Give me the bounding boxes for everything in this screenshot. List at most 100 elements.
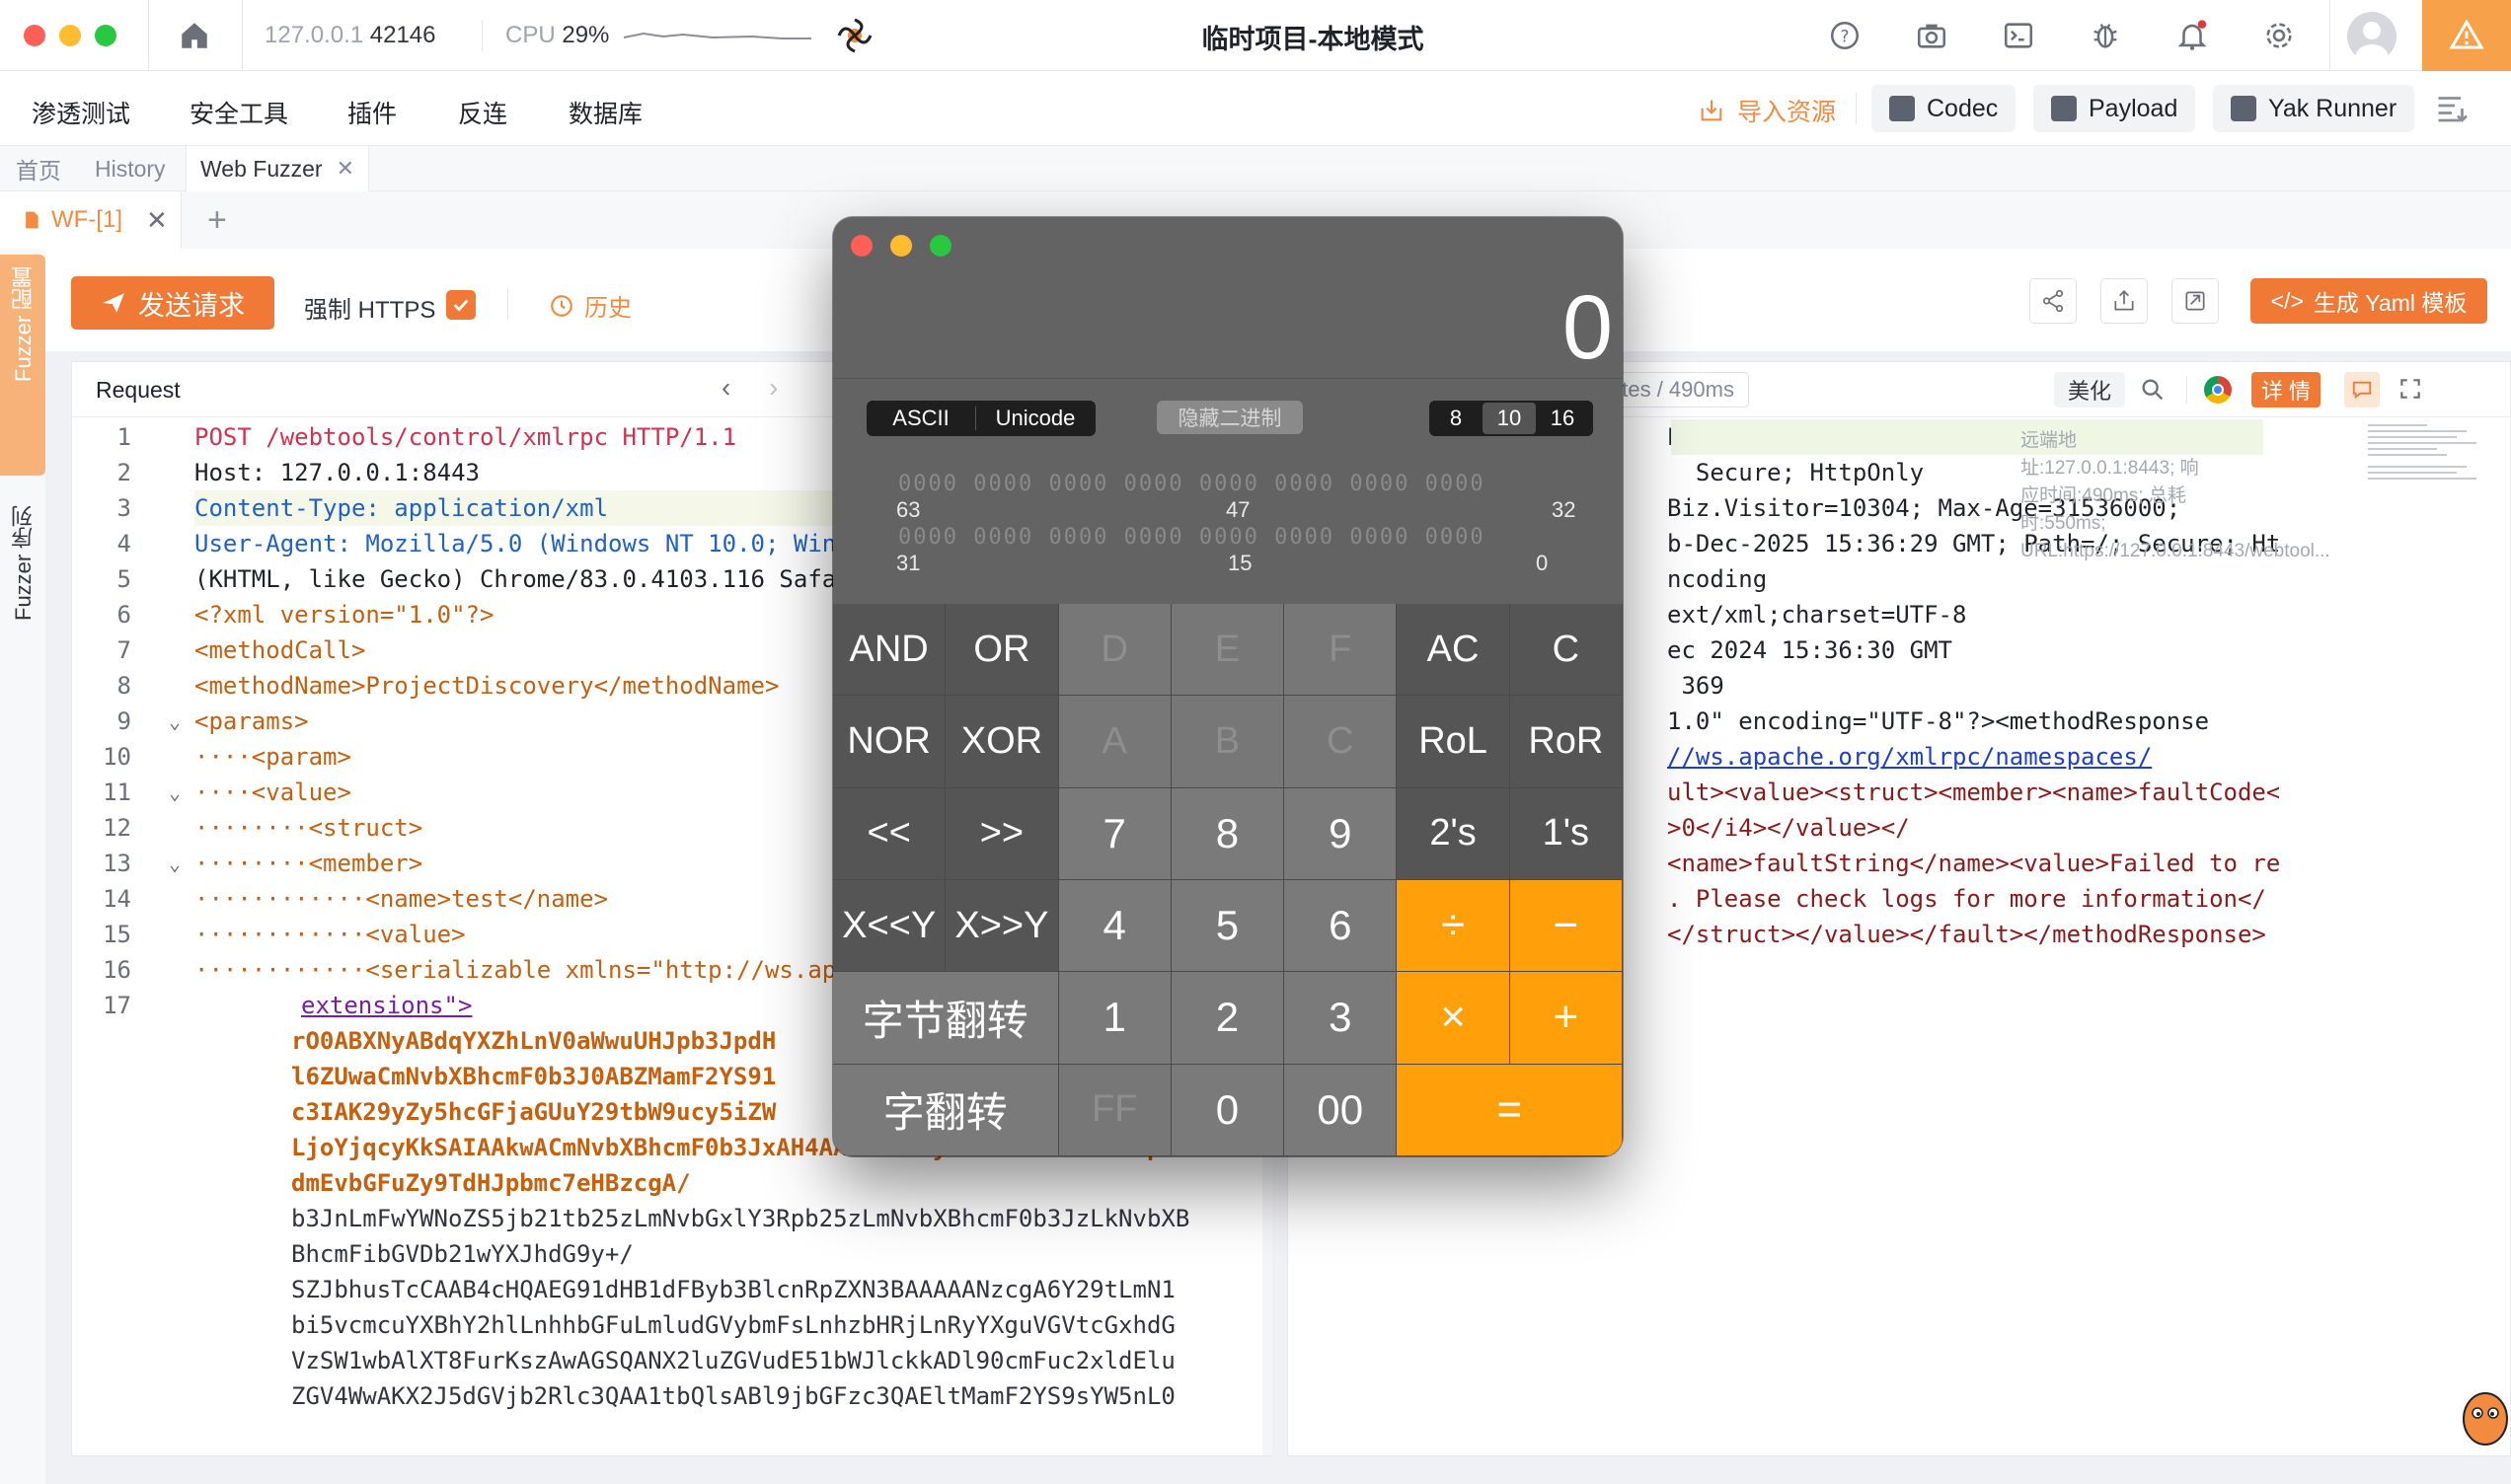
layout-toggle-icon[interactable] [2434,91,2470,131]
response-editor[interactable]: ESSIONID=7DE4124A04B5DE11B896 Secure; Ht… [1667,419,2279,1455]
calc-key[interactable]: >> [946,787,1059,880]
calc-base-10[interactable]: 10 [1483,403,1536,434]
fold-chevron-icon[interactable]: ⌄ [169,704,181,739]
fold-chevron-icon[interactable]: ⌄ [169,775,181,810]
fullscreen-icon[interactable] [2397,376,2423,407]
calc-key[interactable]: AC [1397,604,1510,697]
comment-icon[interactable] [2344,372,2380,408]
minimize-window-button[interactable] [59,25,81,46]
calc-key[interactable]: F [1284,604,1398,697]
calc-key[interactable]: 6 [1284,880,1398,973]
chevron-right-icon[interactable]: › [769,372,778,404]
close-subtab-icon[interactable]: ✕ [146,205,168,236]
calc-key[interactable]: A [1058,696,1172,788]
settings-gear-icon[interactable] [2260,17,2298,54]
home-icon[interactable] [176,17,213,54]
tab-web-fuzzer[interactable]: Web Fuzzer ✕ [186,146,369,191]
payload-button[interactable]: Payload [2033,85,2196,132]
calc-key[interactable]: 3 [1284,972,1398,1065]
calc-key[interactable]: 7 [1058,787,1172,880]
calc-minimize-button[interactable] [890,235,912,257]
calc-base-toggle[interactable]: 8 10 16 [1429,401,1593,436]
codec-button[interactable]: Codec [1871,85,2016,132]
calc-key[interactable]: + [1509,972,1623,1065]
calc-key[interactable]: 5 [1171,880,1285,973]
menu-security-tools[interactable]: 安全工具 [190,95,288,130]
close-window-button[interactable] [24,25,45,46]
calc-key[interactable]: 2 [1171,972,1285,1065]
calc-key[interactable]: 字翻转 [833,1064,1059,1156]
calc-key[interactable]: ÷ [1397,880,1510,973]
calc-key[interactable]: AND [833,604,947,697]
calc-key[interactable]: XOR [946,696,1059,788]
calc-key[interactable]: 1's [1509,787,1623,880]
calc-key[interactable]: 4 [1058,880,1172,973]
fold-chevron-icon[interactable]: ⌄ [169,846,181,881]
calc-unicode[interactable]: Unicode [976,406,1095,431]
calc-key[interactable]: RoL [1397,696,1510,788]
import-packet-icon[interactable] [2171,278,2219,324]
calc-key[interactable]: X<<Y [833,880,947,973]
calc-key[interactable]: − [1509,880,1623,973]
calc-key[interactable]: 字节翻转 [833,972,1059,1065]
calc-key[interactable]: 0 [1171,1064,1285,1156]
calc-key[interactable]: × [1397,972,1510,1065]
calc-key[interactable]: 2's [1397,787,1510,880]
calc-key[interactable]: 9 [1284,787,1398,880]
yak-runner-button[interactable]: Yak Runner [2213,85,2415,132]
menu-pentest[interactable]: 渗透测试 [32,95,130,130]
calc-hide-binary-button[interactable]: 隐藏二进制 [1157,401,1303,434]
zoom-window-button[interactable] [95,25,116,46]
menu-plugins[interactable]: 插件 [347,95,397,130]
calc-key[interactable]: 1 [1058,972,1172,1065]
chevron-left-icon[interactable]: ‹ [722,372,730,404]
calc-key[interactable]: C [1509,604,1623,697]
calc-key[interactable]: RoR [1509,696,1623,788]
calc-close-button[interactable] [851,235,873,257]
calc-key[interactable]: E [1171,604,1285,697]
fuzzer-sequence-tab[interactable]: Fuzzer 序列 [0,495,45,683]
calc-ascii[interactable]: ASCII [867,406,975,431]
calc-key[interactable]: X>>Y [946,880,1059,973]
mascot-icon[interactable] [2452,1379,2511,1458]
calc-key[interactable]: = [1397,1064,1623,1156]
calc-key[interactable]: D [1058,604,1172,697]
calc-key[interactable]: NOR [833,696,947,788]
calc-base-8[interactable]: 8 [1429,406,1483,431]
share-icon[interactable] [2029,278,2077,324]
menu-database[interactable]: 数据库 [569,95,643,130]
calc-bits-high[interactable]: 0000 0000 0000 0000 0000 0000 0000 0000 [898,472,1485,496]
warning-icon[interactable] [2422,0,2511,71]
export-icon[interactable] [2100,278,2148,324]
detail-button[interactable]: 详 情 [2251,372,2321,408]
tab-history[interactable]: History [81,146,180,191]
calc-key[interactable]: 00 [1284,1064,1398,1156]
search-icon[interactable] [2139,376,2167,408]
calc-key[interactable]: FF [1058,1064,1172,1156]
add-subtab-icon[interactable]: + [207,201,227,240]
force-https-checkbox[interactable] [446,290,476,320]
calc-key[interactable]: B [1171,696,1285,788]
bug-icon[interactable] [2087,17,2124,54]
calc-zoom-button[interactable] [930,235,951,257]
beautify-button[interactable]: 美化 [2054,372,2126,408]
calc-key[interactable]: C [1284,696,1398,788]
generate-yaml-button[interactable]: </> 生成 Yaml 模板 [2250,278,2487,324]
history-button[interactable]: 历史 [549,288,632,323]
help-icon[interactable]: ? [1826,17,1864,54]
screenshot-icon[interactable] [1913,17,1950,54]
chrome-icon[interactable] [2204,376,2232,404]
calc-encoding-toggle[interactable]: ASCII Unicode [867,401,1096,436]
code-minimap[interactable] [2368,421,2486,500]
send-request-button[interactable]: 发送请求 [71,276,274,330]
fuzzer-config-tab[interactable]: Fuzzer 配置 [0,255,45,476]
tab-home[interactable]: 首页 [2,146,75,191]
close-tab-icon[interactable]: ✕ [337,156,354,182]
subtab-wf-1[interactable]: WF-[1] ✕ [0,191,182,249]
import-resources-button[interactable]: 导入资源 [1698,93,1836,128]
calc-key[interactable]: << [833,787,947,880]
calc-key[interactable]: OR [946,604,1059,697]
user-avatar-icon[interactable] [2347,12,2397,61]
terminal-icon[interactable] [2000,17,2037,54]
menu-reverse[interactable]: 反连 [458,95,507,130]
